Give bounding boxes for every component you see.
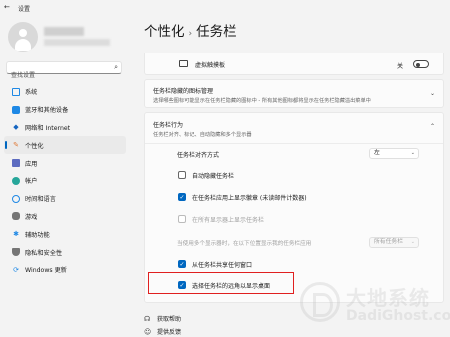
avatar <box>8 22 38 52</box>
chevron-up-icon[interactable]: ⌃ <box>430 123 435 130</box>
all-displays-checkbox <box>178 215 186 223</box>
sidebar-item-label: 网络和 Internet <box>25 124 71 132</box>
sidebar-item-privacy[interactable]: 隐私和安全性 <box>0 243 130 261</box>
multi-display-value: 所有任务栏 <box>374 239 403 245</box>
main-content: 个性化 › 任务栏 虚拟触摸板 关 任务栏隐藏的图标管理 选择哪些图标可能显示在任务… <box>138 0 450 337</box>
sidebar-item-label: 应用 <box>25 160 38 168</box>
share-window-checkbox[interactable]: ✓ <box>178 260 186 268</box>
sidebar-item-label: 系统 <box>25 89 38 97</box>
multi-display-select: 所有任务栏 ⌄ <box>369 237 419 248</box>
sidebar-item-accounts[interactable]: 帐户 <box>0 172 130 190</box>
sidebar-item-label: 个性化 <box>25 142 44 150</box>
sidebar-item-system[interactable]: 系统 <box>0 83 130 101</box>
page-title: 任务栏 <box>196 24 237 40</box>
sidebar-item-label: 时间和语言 <box>25 196 56 204</box>
sidebar-item-label: 辅助功能 <box>25 231 50 239</box>
feedback-icon: ☺ <box>144 327 152 336</box>
sidebar-item-label: Windows 更新 <box>25 267 67 275</box>
search-box[interactable]: ⌕ <box>6 61 122 81</box>
bluetooth-icon <box>12 105 20 114</box>
search-icon[interactable]: ⌕ <box>114 63 118 72</box>
share-window-label: 从任务栏共享任何窗口 <box>192 262 253 269</box>
sidebar-item-label: 隐私和安全性 <box>25 249 63 257</box>
sidebar-item-network[interactable]: ◆ 网络和 Internet <box>0 119 130 137</box>
alignment-select[interactable]: 左 ⌄ <box>369 148 419 159</box>
highlight-box <box>148 272 294 294</box>
feedback-link[interactable]: ☺ 提供反馈 <box>144 327 182 337</box>
sidebar-item-accessibility[interactable]: ✱ 辅助功能 <box>0 225 130 243</box>
behaviors-title: 任务栏行为 <box>153 122 184 129</box>
sidebar-item-label: 游戏 <box>25 213 38 221</box>
autohide-checkbox[interactable] <box>178 171 186 179</box>
get-help-label: 获取帮助 <box>157 316 182 323</box>
breadcrumb-parent[interactable]: 个性化 <box>144 24 185 40</box>
chevron-right-icon: › <box>188 29 193 39</box>
apps-icon <box>12 159 20 168</box>
sidebar-nav: 系统 蓝牙和其他设备 ◆ 网络和 Internet ✎ 个性化 应用 帐户 时间… <box>0 83 130 279</box>
feedback-label: 提供反馈 <box>157 329 182 336</box>
sidebar-item-label: 帐户 <box>25 178 38 186</box>
sidebar-item-apps[interactable]: 应用 <box>0 154 130 172</box>
touchpad-label: 虚拟触摸板 <box>195 62 226 69</box>
overflow-title: 任务栏隐藏的图标管理 <box>153 88 214 95</box>
sidebar-item-label: 蓝牙和其他设备 <box>25 107 69 115</box>
touchpad-toggle[interactable] <box>413 60 429 68</box>
multi-display-label: 当使用多个显示器时，在以下位置显示我的任务栏应用 <box>177 241 312 247</box>
breadcrumb: 个性化 › 任务栏 <box>144 20 237 40</box>
alignment-value: 左 <box>374 150 380 156</box>
chevron-down-icon: ⌄ <box>410 150 415 156</box>
person-icon <box>12 176 20 185</box>
overflow-icons-card[interactable]: 任务栏隐藏的图标管理 选择哪些图标可能显示在任务栏隐藏的图标中 - 所有其他图标… <box>144 79 444 108</box>
search-input[interactable] <box>7 70 103 81</box>
gamepad-icon <box>12 212 20 221</box>
update-icon: ⟳ <box>13 265 19 274</box>
sidebar-item-gaming[interactable]: 游戏 <box>0 208 130 226</box>
pen-icon: ✎ <box>13 141 19 150</box>
accessibility-icon: ✱ <box>13 230 19 239</box>
touchpad-icon <box>179 60 188 67</box>
behaviors-subtitle: 任务栏对齐、标记、自动隐藏和多个显示器 <box>153 132 252 138</box>
user-profile[interactable] <box>8 22 128 52</box>
wifi-icon: ◆ <box>13 123 19 132</box>
all-displays-label: 在所有显示器上显示任务栏 <box>192 217 265 224</box>
sidebar-item-time-language[interactable]: 时间和语言 <box>0 190 130 208</box>
badges-checkbox[interactable]: ✓ <box>178 193 186 201</box>
chevron-down-icon: ⌄ <box>410 239 415 245</box>
monitor-icon <box>12 87 20 96</box>
blurred-user-email <box>44 39 110 46</box>
autohide-label: 自动隐藏任务栏 <box>192 173 235 180</box>
overflow-subtitle: 选择哪些图标可能显示在任务栏隐藏的图标中 - 所有其他图标都将显示在任务栏隐藏溢… <box>153 98 371 104</box>
sidebar-item-bluetooth[interactable]: 蓝牙和其他设备 <box>0 101 130 119</box>
badges-label: 在任务栏应用上显示徽章 (未读邮件计数器) <box>192 195 307 202</box>
blurred-user-name <box>44 27 84 36</box>
sidebar-item-windows-update[interactable]: ⟳ Windows 更新 <box>0 261 130 279</box>
alignment-label: 任务栏对齐方式 <box>177 152 220 159</box>
back-arrow-icon[interactable]: ← <box>4 3 10 11</box>
touchpad-toggle-state: 关 <box>397 63 404 70</box>
app-title: 设置 <box>18 6 31 13</box>
help-icon: ☊ <box>144 314 151 323</box>
sidebar-item-personalization[interactable]: ✎ 个性化 <box>4 136 126 155</box>
globe-icon <box>12 194 20 203</box>
get-help-link[interactable]: ☊ 获取帮助 <box>144 314 182 324</box>
chevron-down-icon[interactable]: ⌄ <box>430 90 435 97</box>
shield-icon <box>12 248 20 257</box>
touchpad-row: 虚拟触摸板 关 <box>144 53 444 75</box>
